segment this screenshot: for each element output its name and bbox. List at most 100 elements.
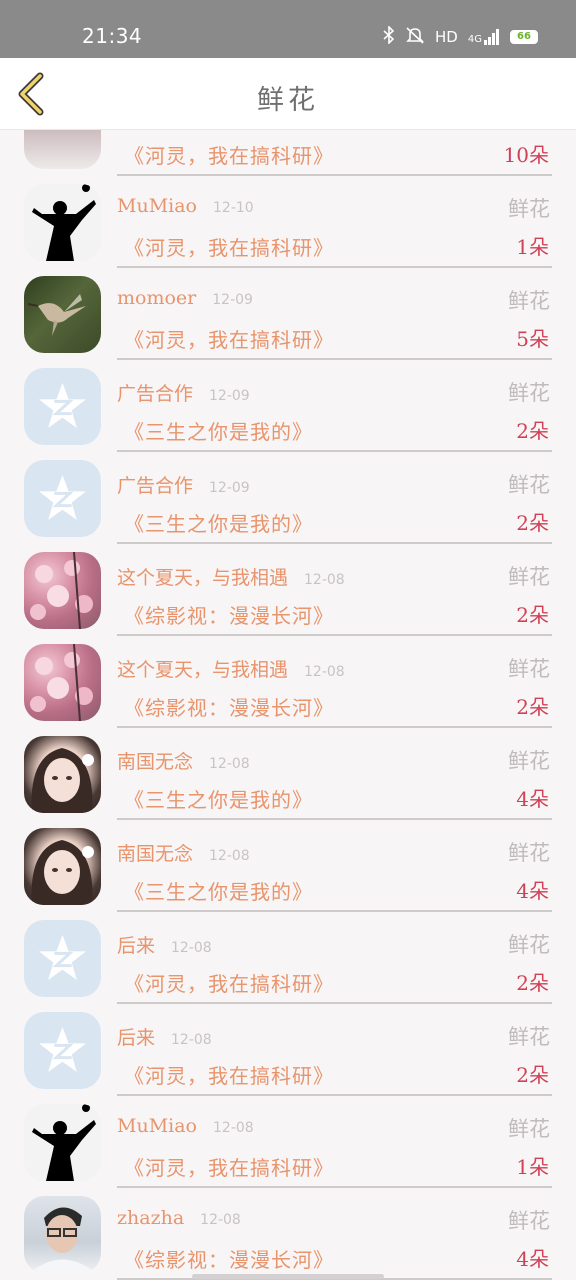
gift-kind: 鲜花 xyxy=(508,473,550,497)
divider xyxy=(117,1186,552,1188)
sender-name-text: zhazha xyxy=(117,1207,185,1229)
sender-name-text: 南国无念 xyxy=(117,843,194,865)
divider xyxy=(117,174,552,176)
sender-name-text: 后来 xyxy=(117,1027,156,1049)
sender-name: 这个夏天，与我相遇 12-08 xyxy=(117,655,345,682)
list-item[interactable]: 后来 12-08 鲜花 《河灵，我在搞科研》 2朵 xyxy=(0,1012,576,1104)
send-date: 12-09 xyxy=(209,388,250,404)
avatar[interactable] xyxy=(24,920,101,997)
send-date: 12-08 xyxy=(304,572,345,588)
list-item[interactable]: 南国无念 12-08 鲜花 《三生之你是我的》 4朵 xyxy=(0,736,576,828)
home-indicator[interactable] xyxy=(192,1274,384,1279)
book-title: 《河灵，我在搞科研》 xyxy=(124,1156,334,1180)
list-item[interactable]: 这个夏天，与我相遇 12-08 鲜花 《综影视：漫漫长河》 2朵 xyxy=(0,552,576,644)
divider xyxy=(117,726,552,728)
avatar[interactable] xyxy=(24,130,101,169)
sender-name: MuMiao 12-10 xyxy=(117,195,254,217)
flower-count: 2朵 xyxy=(516,695,549,719)
sender-name: 广告合作 12-09 xyxy=(117,379,250,406)
list-item[interactable]: 后来 12-08 鲜花 《河灵，我在搞科研》 2朵 xyxy=(0,920,576,1012)
list-item[interactable]: 广告合作 12-09 鲜花 《三生之你是我的》 2朵 xyxy=(0,368,576,460)
divider xyxy=(117,266,552,268)
send-date: 12-08 xyxy=(209,848,250,864)
sender-name-text: momoer xyxy=(117,287,197,309)
list-item[interactable]: 这个夏天，与我相遇 12-08 鲜花 《综影视：漫漫长河》 2朵 xyxy=(0,644,576,736)
flower-record-list[interactable]: 《河灵，我在搞科研》 10朵 MuMiao 12-10 鲜花 《河灵，我在搞科研》… xyxy=(0,130,576,1280)
flower-count: 2朵 xyxy=(516,511,549,535)
sender-name: 这个夏天，与我相遇 12-08 xyxy=(117,563,345,590)
default-star-icon xyxy=(39,475,86,520)
send-date: 12-10 xyxy=(213,200,254,216)
blossom-image xyxy=(30,644,93,721)
sender-name: 后来 12-08 xyxy=(117,1023,212,1050)
avatar[interactable] xyxy=(24,1196,101,1273)
list-item[interactable]: 《河灵，我在搞科研》 10朵 xyxy=(0,130,576,184)
avatar[interactable] xyxy=(24,184,101,261)
sender-name: 后来 12-08 xyxy=(117,931,212,958)
gift-kind: 鲜花 xyxy=(508,749,550,773)
gift-kind: 鲜花 xyxy=(508,197,550,221)
signal-type-label: 4G xyxy=(467,34,482,45)
avatar[interactable] xyxy=(24,368,101,445)
blossom-image xyxy=(30,552,93,629)
flower-count: 1朵 xyxy=(516,235,549,259)
flower-count: 4朵 xyxy=(516,787,549,811)
gift-kind: 鲜花 xyxy=(508,1117,550,1141)
network-label: HD xyxy=(435,28,458,46)
girl-portrait-image xyxy=(31,748,94,813)
avatar[interactable] xyxy=(24,736,101,813)
book-title: 《综影视：漫漫长河》 xyxy=(124,1248,334,1272)
sender-name: MuMiao 12-08 xyxy=(117,1115,254,1137)
gift-kind: 鲜花 xyxy=(508,1209,550,1233)
status-bar: 21:34 HD 4G 66 xyxy=(0,0,576,58)
page-title: 鲜花 xyxy=(257,85,319,116)
list-item[interactable]: 广告合作 12-09 鲜花 《三生之你是我的》 2朵 xyxy=(0,460,576,552)
list-item[interactable]: 南国无念 12-08 鲜花 《三生之你是我的》 4朵 xyxy=(0,828,576,920)
avatar[interactable] xyxy=(24,552,101,629)
flower-count: 2朵 xyxy=(516,1063,549,1087)
avatar[interactable] xyxy=(24,644,101,721)
sender-name-text: 南国无念 xyxy=(117,751,194,773)
avatar[interactable] xyxy=(24,460,101,537)
gift-kind: 鲜花 xyxy=(508,841,550,865)
sender-name-text: 这个夏天，与我相遇 xyxy=(117,567,289,589)
send-date: 12-08 xyxy=(209,756,250,772)
divider xyxy=(117,818,552,820)
flower-count: 10朵 xyxy=(503,143,549,167)
book-title: 《三生之你是我的》 xyxy=(124,420,313,444)
book-title: 《三生之你是我的》 xyxy=(124,512,313,536)
avatar[interactable] xyxy=(24,276,101,353)
avatar[interactable] xyxy=(24,1012,101,1089)
book-title: 《三生之你是我的》 xyxy=(124,788,313,812)
sender-name-text: 后来 xyxy=(117,935,156,957)
avatar[interactable] xyxy=(24,1104,101,1181)
book-title: 《河灵，我在搞科研》 xyxy=(124,972,334,996)
send-date: 12-08 xyxy=(200,1212,241,1228)
divider xyxy=(117,1002,552,1004)
flower-count: 4朵 xyxy=(516,879,549,903)
send-date: 12-08 xyxy=(304,664,345,680)
divider xyxy=(117,450,552,452)
sender-name-text: 广告合作 xyxy=(117,475,194,497)
list-item[interactable]: zhazha 12-08 鲜花 《综影视：漫漫长河》 4朵 xyxy=(0,1196,576,1280)
girl-portrait-image xyxy=(31,840,94,905)
status-time: 21:34 xyxy=(82,24,143,48)
gift-kind: 鲜花 xyxy=(508,381,550,405)
avatar[interactable] xyxy=(24,828,101,905)
default-star-icon xyxy=(39,935,86,980)
list-item[interactable]: MuMiao 12-10 鲜花 《河灵，我在搞科研》 1朵 xyxy=(0,184,576,276)
list-item[interactable]: momoer 12-09 鲜花 《河灵，我在搞科研》 5朵 xyxy=(0,276,576,368)
send-date: 12-09 xyxy=(212,292,253,308)
gift-kind: 鲜花 xyxy=(508,1025,550,1049)
sender-name: momoer 12-09 xyxy=(117,287,253,309)
gift-kind: 鲜花 xyxy=(508,289,550,313)
sender-name-text: MuMiao xyxy=(117,1115,197,1137)
book-title: 《河灵，我在搞科研》 xyxy=(124,328,334,352)
divider xyxy=(117,1094,552,1096)
flower-count: 4朵 xyxy=(516,1247,549,1271)
flower-count: 5朵 xyxy=(516,327,549,351)
book-title: 《河灵，我在搞科研》 xyxy=(124,1064,334,1088)
list-item[interactable]: MuMiao 12-08 鲜花 《河灵，我在搞科研》 1朵 xyxy=(0,1104,576,1196)
send-date: 12-08 xyxy=(171,940,212,956)
default-star-icon xyxy=(39,1027,86,1072)
